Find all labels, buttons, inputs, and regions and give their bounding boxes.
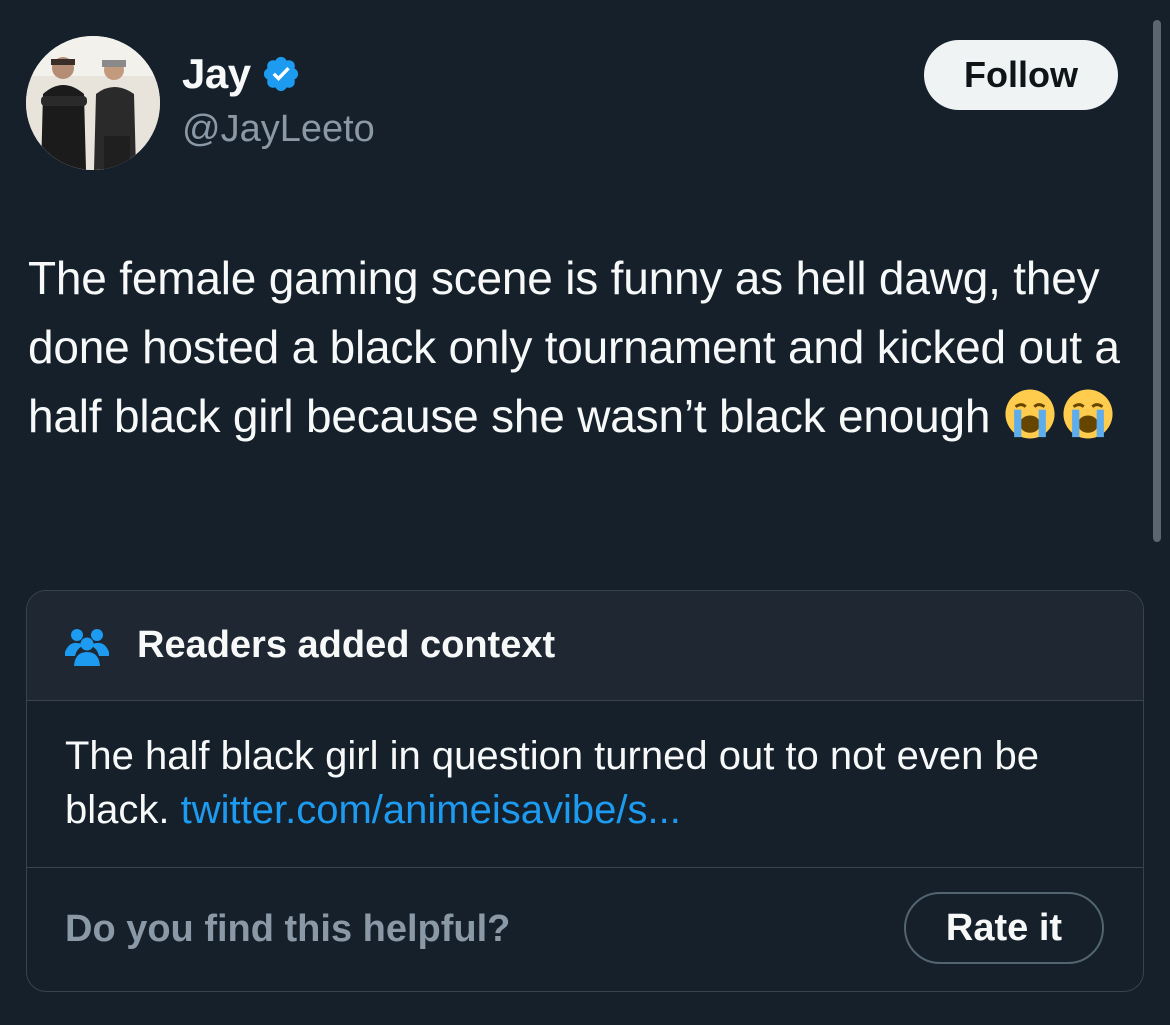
- follow-button[interactable]: Follow: [924, 40, 1118, 110]
- loudly-crying-face-icon: [1005, 389, 1055, 439]
- people-icon: [65, 628, 109, 666]
- author-handle[interactable]: @JayLeeto: [182, 108, 375, 151]
- tweet-text: The female gaming scene is funny as hell…: [28, 244, 1128, 451]
- community-note-body: The half black girl in question turned o…: [27, 701, 1143, 868]
- avatar[interactable]: [26, 36, 160, 170]
- community-note-footer: Do you find this helpful? Rate it: [27, 868, 1143, 990]
- loudly-crying-face-icon: [1063, 389, 1113, 439]
- verified-badge-icon: [263, 56, 298, 92]
- author-name[interactable]: Jay: [182, 50, 251, 98]
- community-note: Readers added context The half black gir…: [26, 590, 1144, 992]
- rate-it-button[interactable]: Rate it: [904, 892, 1104, 964]
- helpful-prompt: Do you find this helpful?: [65, 908, 511, 950]
- tweet-body: The female gaming scene is funny as hell…: [28, 252, 1120, 442]
- community-note-title: Readers added context: [137, 624, 556, 666]
- avatar-photo: [26, 36, 160, 170]
- author-name-row: Jay: [182, 50, 301, 98]
- scrollbar[interactable]: [1153, 20, 1161, 542]
- community-note-header: Readers added context: [27, 591, 1143, 701]
- community-note-link[interactable]: twitter.com/animeisavibe/s...: [181, 788, 681, 832]
